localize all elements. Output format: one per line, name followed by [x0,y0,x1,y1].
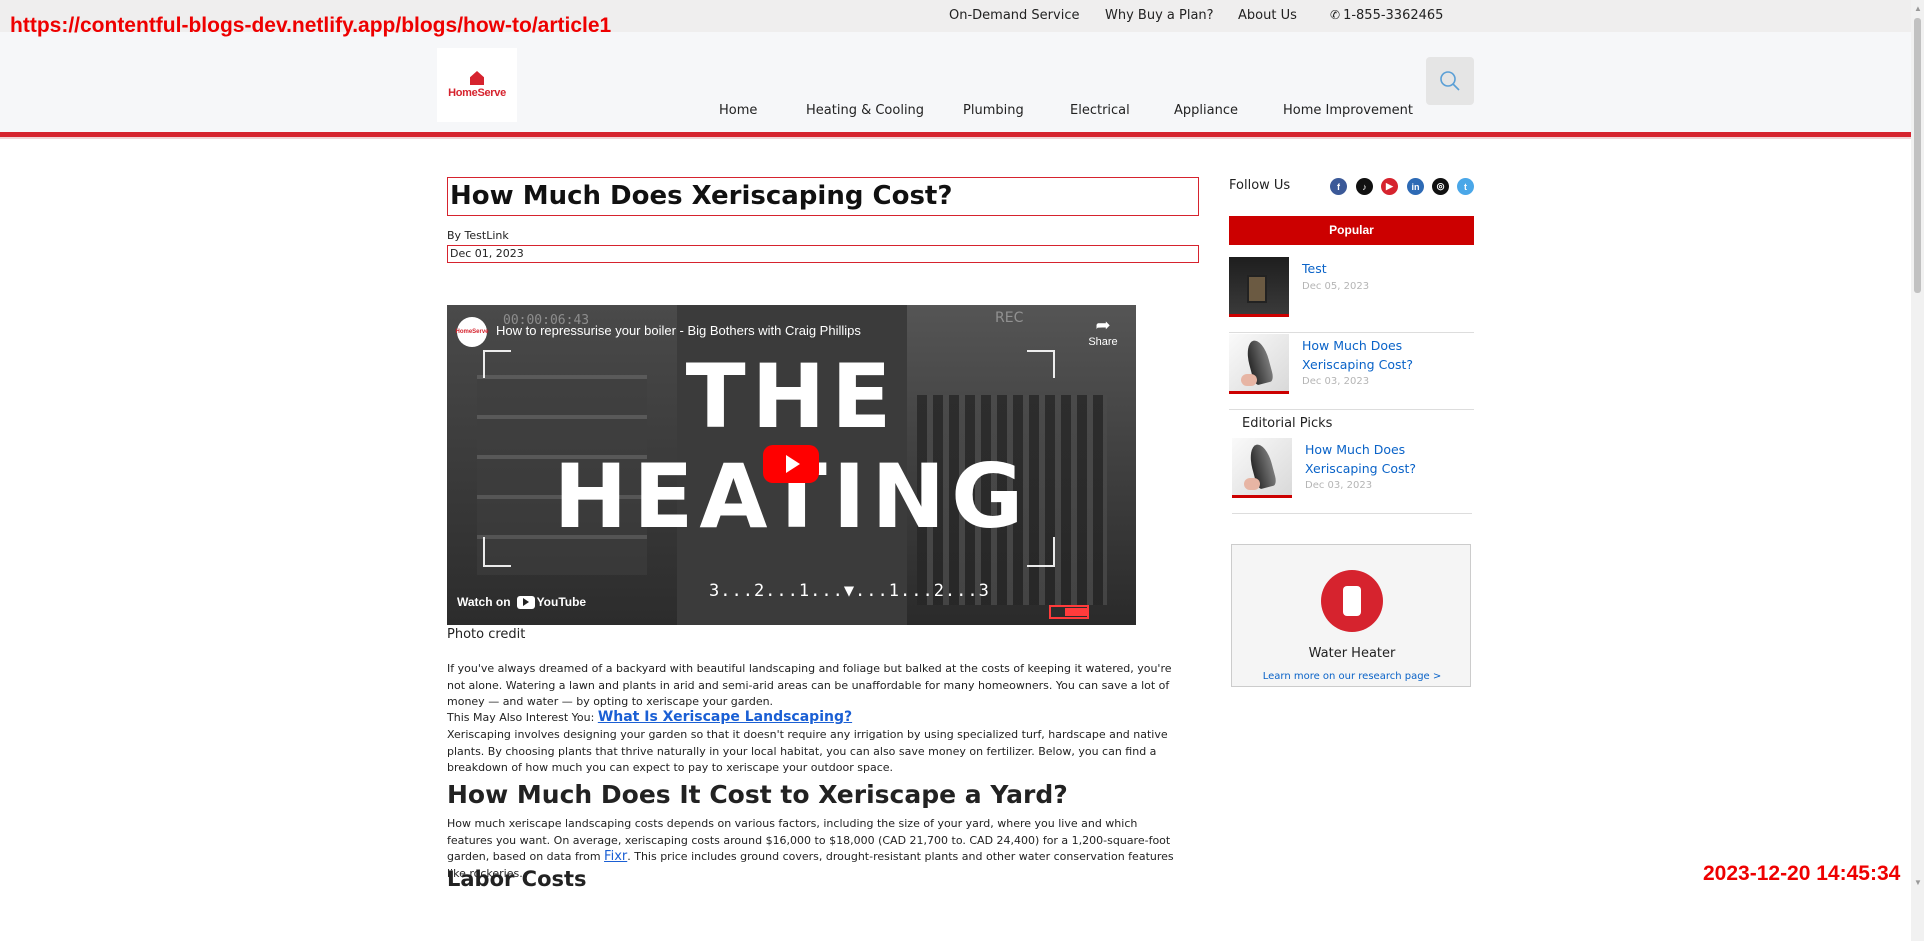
section-heading-cost: How Much Does It Cost to Xeriscape a Yar… [447,780,1068,809]
scroll-up-arrow-icon[interactable]: ▲ [1914,4,1922,13]
linkedin-icon[interactable]: in [1407,178,1424,195]
video-headline-line1: THE [685,345,898,448]
timestamp-overlay: 2023-12-20 14:45:34 [1703,862,1901,885]
nav-electrical[interactable]: Electrical [1070,103,1130,118]
card-title[interactable]: How Much Does Xeriscaping Cost? [1302,336,1472,374]
search-icon [1440,71,1460,91]
tiktok-icon[interactable]: ♪ [1356,178,1373,195]
editorial-picks-label: Editorial Picks [1242,416,1333,431]
photo-credit: Photo credit [447,627,526,642]
utility-link-on-demand[interactable]: On-Demand Service [949,8,1079,23]
nav-home-improvement[interactable]: Home Improvement [1283,103,1413,118]
nav-plumbing[interactable]: Plumbing [963,103,1024,118]
instagram-icon[interactable]: ◎ [1432,178,1449,195]
related-article: This May Also Interest You: What Is Xeri… [447,709,852,725]
paragraph-intro: If you've always dreamed of a backyard w… [447,662,1172,708]
logo-text: HomeServe [448,87,506,99]
related-link[interactable]: What Is Xeriscape Landscaping? [598,709,852,725]
channel-avatar-text: HomeServe [455,329,489,335]
youtube-video-embed[interactable]: THE HEATING 3...2...1...▼...1...2...3 00… [447,305,1136,625]
section-heading-labor: Labor Costs [447,867,587,891]
card-thumbnail [1232,438,1292,498]
card-date: Dec 03, 2023 [1305,480,1373,491]
youtube-logo: YouTube [516,595,587,609]
popular-card[interactable]: Test Dec 05, 2023 [1229,257,1474,333]
channel-avatar[interactable]: HomeServe [455,317,489,347]
article-title: How Much Does Xeriscaping Cost? [447,177,1199,216]
popular-card[interactable]: How Much Does Xeriscaping Cost? Dec 03, … [1229,334,1474,410]
water-heater-promo[interactable]: Water Heater Learn more on our research … [1231,544,1471,687]
nav-home[interactable]: Home [719,103,757,118]
nav-heating-cooling[interactable]: Heating & Cooling [806,103,924,118]
video-rec-label: REC [995,310,1024,326]
video-share-button[interactable]: ➦ Share [1083,315,1123,348]
card-title[interactable]: How Much Does Xeriscaping Cost? [1305,440,1475,478]
phone-number: 1-855-3362465 [1343,8,1444,23]
url-overlay: https://contentful-blogs-dev.netlify.app… [10,14,612,37]
paragraph-xeriscaping: Xeriscaping involves designing your gard… [447,728,1168,774]
youtube-icon [516,595,535,609]
water-heater-icon [1321,570,1383,632]
battery-icon [1049,605,1089,619]
scroll-thumb[interactable] [1914,18,1921,293]
card-title[interactable]: Test [1302,259,1472,278]
nav-appliance[interactable]: Appliance [1174,103,1238,118]
follow-us-label: Follow Us [1229,178,1291,193]
homeserve-logo[interactable]: HomeServe [437,48,517,122]
scroll-down-arrow-icon[interactable]: ▼ [1914,878,1922,887]
article-date: Dec 01, 2023 [447,245,1199,263]
page: https://contentful-blogs-dev.netlify.app… [0,0,1924,941]
fixr-link[interactable]: Fixr [604,849,627,864]
page-scrollbar[interactable]: ▲ ▼ [1911,0,1924,941]
watch-on-label: Watch on [457,595,511,609]
card-thumbnail [1229,334,1289,394]
video-title[interactable]: How to repressurise your boiler - Big Bo… [496,323,861,338]
popular-tab[interactable]: Popular [1229,216,1474,245]
facebook-icon[interactable]: f [1330,178,1347,195]
card-thumbnail [1229,257,1289,317]
site-header [0,32,1911,132]
article-byline: By TestLink [447,229,509,242]
phone-icon: ✆ [1330,8,1341,22]
share-label: Share [1088,336,1118,348]
card-date: Dec 03, 2023 [1302,376,1370,387]
card-date: Dec 05, 2023 [1302,281,1370,292]
video-countdown: 3...2...1...▼...1...2...3 [709,581,990,601]
related-label: This May Also Interest You: [447,711,595,724]
header-accent-shadow [0,137,1911,139]
search-button[interactable] [1426,57,1474,105]
phone-link[interactable]: ✆ 1-855-3362465 [1330,8,1443,23]
logo-house-icon [470,71,484,85]
utility-link-why-buy[interactable]: Why Buy a Plan? [1105,8,1214,23]
twitter-icon[interactable]: t [1457,178,1474,195]
youtube-wordmark: YouTube [536,595,587,609]
youtube-social-icon[interactable]: ▶ [1381,178,1398,195]
promo-title: Water Heater [1308,646,1396,661]
video-play-button[interactable] [763,445,819,483]
promo-link[interactable]: Learn more on our research page > [1232,671,1472,682]
play-icon [785,455,800,473]
utility-link-about[interactable]: About Us [1238,8,1297,23]
share-icon: ➦ [1095,315,1111,335]
watch-on-youtube[interactable]: Watch on YouTube [457,595,586,609]
editorial-card[interactable]: How Much Does Xeriscaping Cost? Dec 03, … [1232,438,1472,514]
